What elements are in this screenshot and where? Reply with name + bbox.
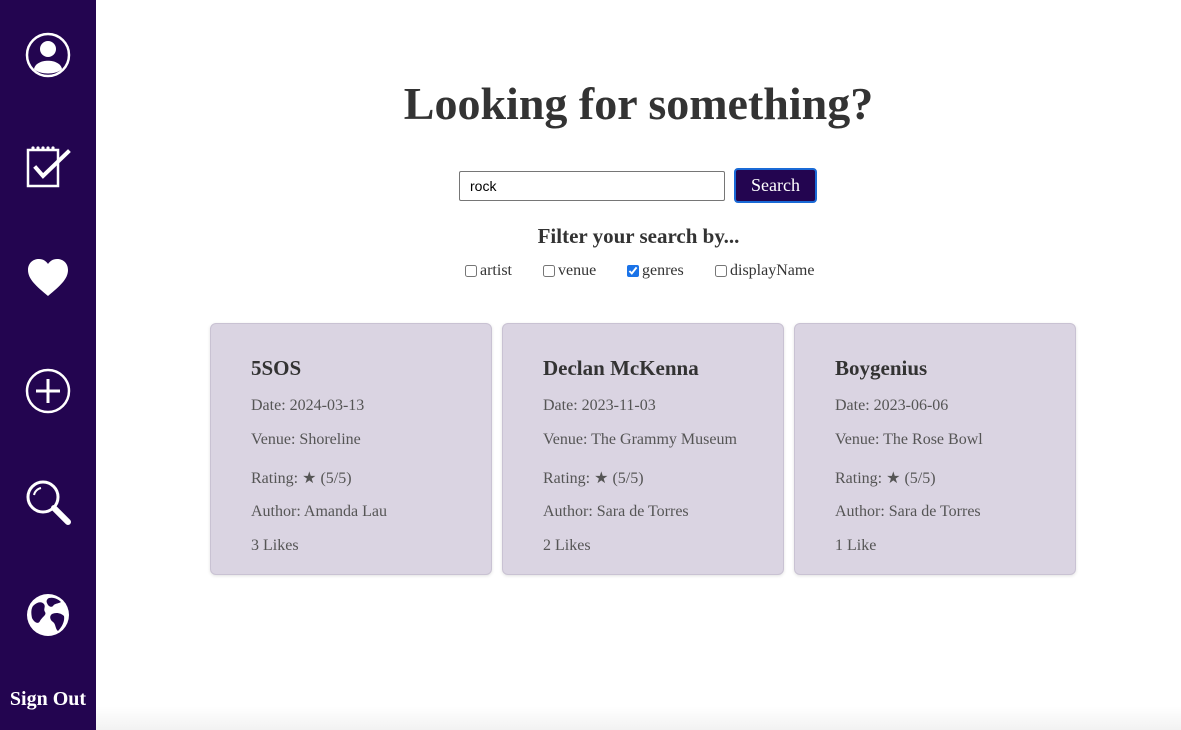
result-card[interactable]: 5SOS Date: 2024-03-13 Venue: Shoreline R…: [210, 323, 492, 575]
search-bar: Search: [0, 168, 1181, 204]
card-rating: Rating: ★ (5/5): [835, 470, 936, 487]
search-icon: [26, 480, 71, 525]
card-rating: Rating: ★ (5/5): [543, 470, 644, 487]
filter-label-displayname: displayName: [730, 262, 815, 279]
card-author: Author: Sara de Torres: [835, 503, 981, 520]
genres-checkbox[interactable]: [627, 265, 639, 277]
card-venue: Venue: The Grammy Museum: [543, 431, 737, 448]
filter-options: artist venue genres displayName: [0, 262, 1181, 286]
add-nav-item[interactable]: [0, 356, 96, 426]
card-date: Date: 2024-03-13: [251, 397, 365, 414]
card-venue: Venue: Shoreline: [251, 431, 361, 448]
sign-out-button[interactable]: Sign Out: [0, 688, 96, 711]
globe-icon: [27, 594, 69, 636]
bottom-shadow: [96, 706, 1181, 730]
card-venue: Venue: The Rose Bowl: [835, 431, 983, 448]
venue-checkbox[interactable]: [543, 265, 555, 277]
filter-option-venue[interactable]: venue: [543, 262, 596, 280]
displayname-checkbox[interactable]: [715, 265, 727, 277]
card-author: Author: Amanda Lau: [251, 503, 387, 520]
search-input[interactable]: [459, 171, 725, 201]
explore-nav-item[interactable]: [0, 580, 96, 650]
filter-option-displayname[interactable]: displayName: [715, 262, 814, 280]
artist-checkbox[interactable]: [465, 265, 477, 277]
add-icon: [25, 368, 71, 414]
card-author: Author: Sara de Torres: [543, 503, 689, 520]
page-title: Looking for something?: [403, 78, 874, 129]
sidebar: Sign Out: [0, 0, 96, 730]
filter-option-genres[interactable]: genres: [627, 262, 684, 280]
search-button[interactable]: Search: [734, 168, 817, 203]
card-title: Boygenius: [835, 356, 928, 380]
filter-title: Filter your search by...: [537, 224, 740, 248]
card-date: Date: 2023-11-03: [543, 397, 656, 414]
profile-icon: [25, 32, 71, 78]
card-date: Date: 2023-06-06: [835, 397, 949, 414]
card-title: Declan McKenna: [543, 356, 699, 380]
card-likes: 2 Likes: [543, 537, 591, 554]
filter-option-artist[interactable]: artist: [465, 262, 512, 280]
filter-label-genres: genres: [642, 262, 684, 279]
filter-label-venue: venue: [558, 262, 597, 279]
result-card[interactable]: Boygenius Date: 2023-06-06 Venue: The Ro…: [794, 323, 1076, 575]
card-likes: 1 Like: [835, 537, 877, 554]
result-card[interactable]: Declan McKenna Date: 2023-11-03 Venue: T…: [502, 323, 784, 575]
card-title: 5SOS: [251, 356, 302, 380]
card-likes: 3 Likes: [251, 537, 299, 554]
search-nav-item[interactable]: [0, 467, 96, 537]
profile-nav-item[interactable]: [0, 20, 96, 90]
card-rating: Rating: ★ (5/5): [251, 470, 352, 487]
filter-label-artist: artist: [480, 262, 512, 279]
